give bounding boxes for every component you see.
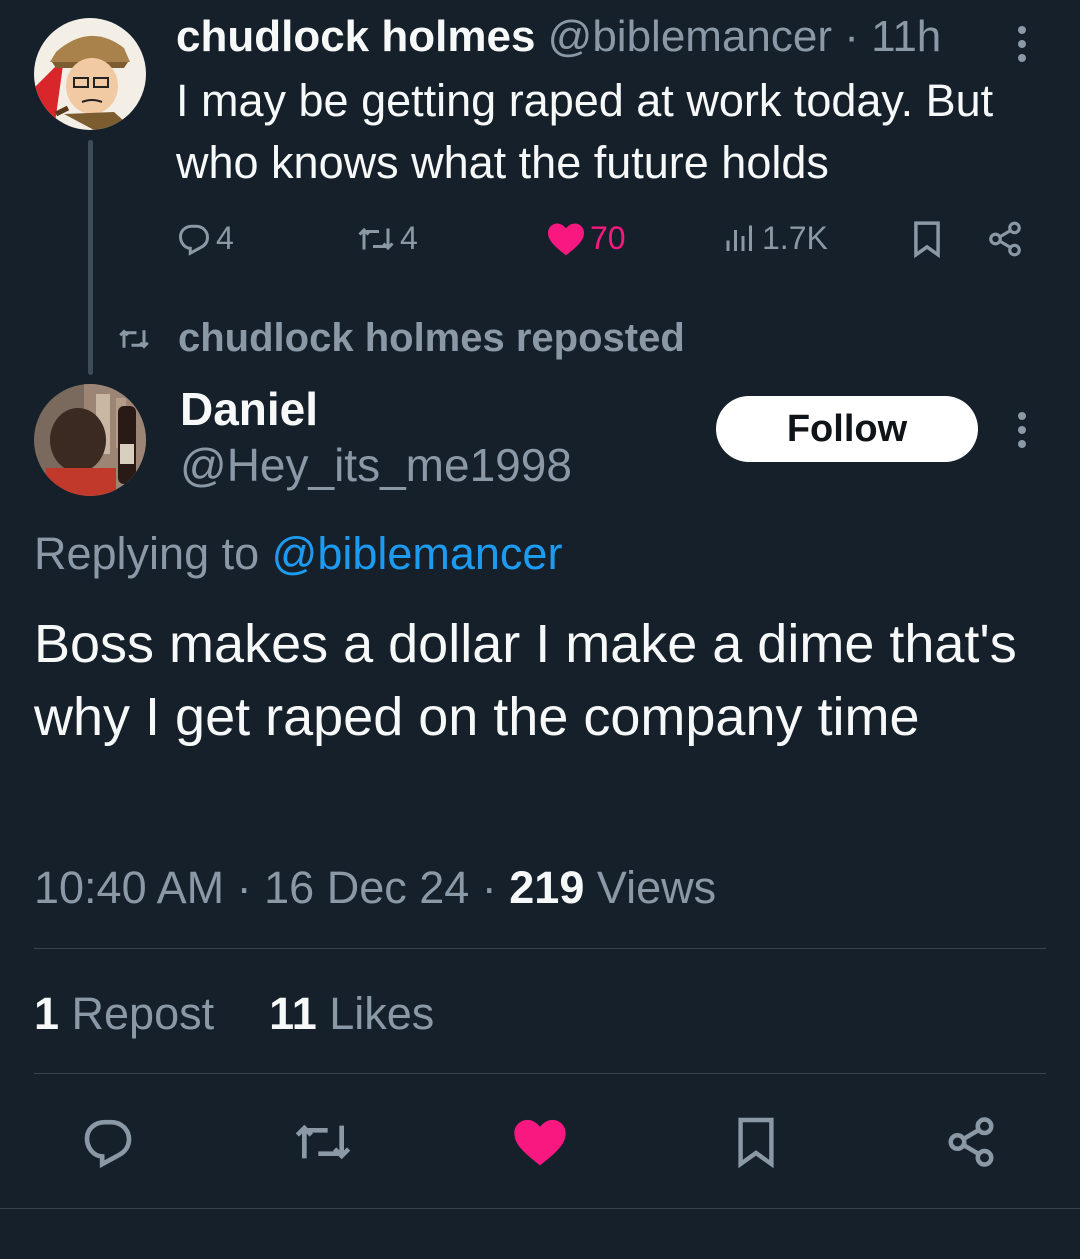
parent-like-count: 70	[590, 220, 626, 256]
repost-icon	[358, 227, 394, 250]
parent-header: chudlock holmes @biblemancer · 11h	[176, 12, 941, 62]
parent-reply-count: 4	[216, 220, 234, 256]
parent-author-handle[interactable]: @biblemancer	[548, 12, 832, 61]
likes-label: Likes	[316, 988, 435, 1039]
repost-stat[interactable]: 1 Repost	[34, 988, 214, 1039]
engagement-stats: 1 Repost 11 Likes	[34, 988, 434, 1040]
tweet-text: Boss makes a dollar I make a dime that's…	[34, 614, 1017, 747]
follow-button[interactable]: Follow	[716, 396, 978, 462]
share-icon	[989, 221, 1021, 257]
repost-icon	[295, 1124, 351, 1160]
author-avatar[interactable]	[34, 384, 146, 496]
parent-avatar[interactable]	[34, 18, 146, 130]
tweet-reply-button[interactable]	[80, 1114, 136, 1175]
divider	[34, 1073, 1046, 1074]
tweet-time[interactable]: 10:40 AM	[34, 862, 224, 913]
replying-to-prefix: Replying to	[34, 528, 272, 579]
reply-icon	[84, 1119, 132, 1169]
tweet-more-icon[interactable]	[1016, 412, 1028, 448]
meta-separator: ·	[224, 862, 265, 913]
view-count: 219	[509, 862, 585, 913]
parent-tweet-text: I may be getting raped at work today. Bu…	[176, 75, 994, 188]
author-handle[interactable]: @Hey_its_me1998	[180, 438, 572, 492]
parent-like-button[interactable]: 70	[546, 220, 626, 257]
parent-view-count: 1.7K	[762, 220, 828, 256]
reply-icon	[178, 224, 210, 256]
repost-count: 1	[34, 988, 60, 1039]
author-name[interactable]: Daniel	[180, 382, 318, 436]
parent-repost-button[interactable]: 4	[356, 220, 418, 257]
divider	[0, 1208, 1080, 1209]
heart-icon	[548, 222, 584, 255]
heart-icon	[514, 1119, 566, 1166]
replying-to-line: Replying to @biblemancer	[34, 528, 562, 580]
likes-stat[interactable]: 11 Likes	[269, 988, 434, 1039]
share-icon	[948, 1117, 994, 1167]
parent-time-separator: ·	[832, 12, 872, 61]
parent-more-icon[interactable]	[1016, 26, 1028, 62]
tweet-repost-button[interactable]	[292, 1114, 354, 1175]
views-icon	[726, 225, 752, 251]
parent-timestamp[interactable]: 11h	[871, 12, 941, 61]
views-label: Views	[584, 862, 717, 913]
parent-reply-button[interactable]: 4	[176, 220, 234, 257]
bookmark-icon	[914, 221, 940, 258]
repost-attribution-text: chudlock holmes reposted	[178, 316, 685, 360]
thread-connector-line	[88, 140, 93, 375]
parent-repost-count: 4	[400, 220, 418, 256]
tweet-bookmark-button[interactable]	[734, 1114, 778, 1175]
tweet-like-button[interactable]	[512, 1116, 568, 1173]
bookmark-icon	[738, 1117, 774, 1169]
repost-attribution[interactable]: chudlock holmes reposted	[116, 316, 685, 361]
repost-icon	[119, 328, 149, 349]
tweet-share-button[interactable]	[944, 1114, 998, 1175]
divider	[34, 948, 1046, 949]
repost-label: Repost	[59, 988, 215, 1039]
meta-separator: ·	[469, 862, 510, 913]
parent-share-button[interactable]	[986, 220, 1024, 258]
parent-author-name[interactable]: chudlock holmes	[176, 12, 535, 61]
parent-views-button[interactable]: 1.7K	[722, 220, 828, 257]
likes-count: 11	[269, 988, 317, 1039]
tweet-date[interactable]: 16 Dec 24	[264, 862, 469, 913]
tweet-metadata: 10:40 AM · 16 Dec 24 · 219 Views	[34, 862, 716, 914]
parent-bookmark-button[interactable]	[910, 220, 944, 258]
replying-to-mention[interactable]: @biblemancer	[272, 528, 563, 579]
